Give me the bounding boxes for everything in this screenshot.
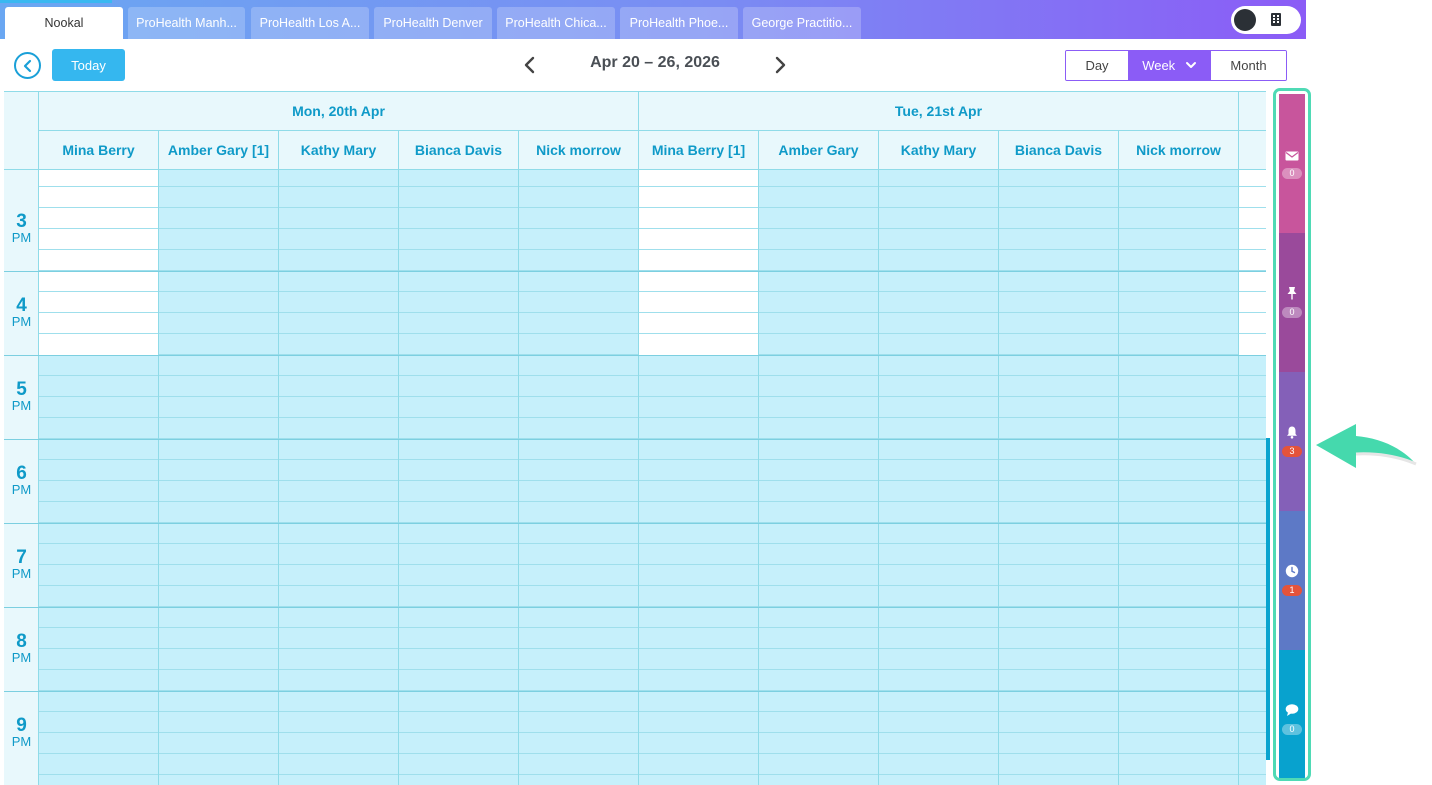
chat-count-badge: 0 — [1282, 724, 1302, 735]
next-week-button[interactable] — [770, 54, 790, 76]
practice-tab-bar: Nookal ProHealth Manh... ProHealth Los A… — [0, 0, 1306, 39]
messages-button[interactable]: 0 — [1279, 94, 1305, 233]
pinned-button[interactable]: 0 — [1279, 233, 1305, 372]
pin-icon — [1287, 287, 1297, 300]
view-day-button[interactable]: Day — [1066, 51, 1128, 80]
hour-divider — [4, 271, 1266, 272]
hour-label: 9 PM — [11, 715, 32, 749]
building-icon — [1271, 13, 1281, 26]
schedule-column[interactable] — [279, 170, 399, 785]
practitioner-header-partial[interactable] — [1239, 131, 1266, 170]
practitioner-header[interactable]: Mina Berry — [39, 131, 159, 170]
practitioner-header[interactable]: Kathy Mary — [279, 131, 399, 170]
practitioner-header[interactable]: Bianca Davis — [399, 131, 519, 170]
hour-divider — [4, 355, 1266, 356]
hour-label: 3 PM — [11, 211, 32, 245]
view-month-button[interactable]: Month — [1210, 51, 1286, 80]
schedule-column[interactable] — [879, 170, 999, 785]
week-calendar-grid: Mon, 20th Apr Tue, 21st Apr Mina Berry A… — [4, 91, 1266, 785]
hour-label: 4 PM — [11, 295, 32, 329]
tab-prohealth-phoenix[interactable]: ProHealth Phoe... — [620, 7, 738, 39]
notifications-button[interactable]: 3 — [1279, 372, 1305, 511]
chat-button[interactable]: 0 — [1279, 650, 1305, 778]
day-header-mon[interactable]: Mon, 20th Apr — [39, 92, 639, 131]
toggle-knob — [1234, 9, 1256, 31]
chevron-left-icon — [524, 56, 535, 74]
tab-nookal[interactable]: Nookal — [5, 7, 123, 39]
day-header-tue[interactable]: Tue, 21st Apr — [639, 92, 1239, 131]
side-panel: 0 0 3 1 0 — [1273, 88, 1311, 781]
schedule-column[interactable] — [1119, 170, 1239, 785]
practitioner-header[interactable]: Amber Gary [1] — [159, 131, 279, 170]
schedule-column[interactable] — [39, 170, 159, 785]
hour-label: 6 PM — [11, 463, 32, 497]
schedule-column[interactable] — [519, 170, 639, 785]
day-header-wed[interactable] — [1239, 92, 1266, 131]
side-panel-edge — [1266, 438, 1270, 760]
clock-icon — [1285, 564, 1299, 578]
notifications-count-badge: 3 — [1282, 446, 1302, 457]
today-button[interactable]: Today — [52, 49, 125, 81]
chevron-down-icon — [1185, 62, 1196, 68]
schedule-column[interactable] — [399, 170, 519, 785]
pinned-count-badge: 0 — [1282, 307, 1302, 318]
mail-icon — [1285, 151, 1299, 161]
chevron-left-icon — [23, 59, 32, 73]
back-button[interactable] — [14, 52, 41, 79]
available-slots[interactable] — [1239, 170, 1266, 355]
practitioner-header[interactable]: Mina Berry [1] — [639, 131, 759, 170]
tab-accent — [0, 0, 112, 3]
available-slots[interactable] — [39, 170, 158, 355]
schedule-column[interactable] — [759, 170, 879, 785]
practitioner-header[interactable]: Nick morrow — [519, 131, 639, 170]
tab-prohealth-chicago[interactable]: ProHealth Chica... — [497, 7, 615, 39]
hour-divider — [4, 523, 1266, 524]
schedule-column[interactable] — [999, 170, 1119, 785]
history-button[interactable]: 1 — [1279, 511, 1305, 650]
hour-label: 7 PM — [11, 547, 32, 581]
theme-location-toggle[interactable] — [1231, 6, 1301, 34]
schedule-column[interactable] — [639, 170, 759, 785]
practitioner-header[interactable]: Kathy Mary — [879, 131, 999, 170]
available-slots[interactable] — [639, 170, 758, 355]
practitioner-header[interactable]: Amber Gary — [759, 131, 879, 170]
tab-prohealth-denver[interactable]: ProHealth Denver — [374, 7, 492, 39]
view-week-label: Week — [1142, 58, 1176, 73]
tab-prohealth-manhattan[interactable]: ProHealth Manh... — [128, 7, 245, 39]
hour-label: 5 PM — [11, 379, 32, 413]
tab-prohealth-los-angeles[interactable]: ProHealth Los A... — [251, 7, 369, 39]
bell-icon — [1287, 426, 1297, 439]
schedule-column-partial[interactable] — [1239, 170, 1266, 785]
pointer-arrow-icon — [1316, 424, 1417, 468]
chevron-right-icon — [775, 56, 786, 74]
grid-corner — [4, 92, 39, 170]
hour-divider — [4, 607, 1266, 608]
practitioner-header[interactable]: Nick morrow — [1119, 131, 1239, 170]
time-gutter: 3 PM 4 PM 5 PM 6 PM 7 PM 8 PM 9 PM — [4, 170, 39, 785]
tab-george-practitioner[interactable]: George Practitio... — [743, 7, 861, 39]
view-switcher: Day Week Month — [1065, 50, 1287, 81]
hour-divider — [4, 691, 1266, 692]
hour-label: 8 PM — [11, 631, 32, 665]
messages-count-badge: 0 — [1282, 168, 1302, 179]
practitioner-header[interactable]: Bianca Davis — [999, 131, 1119, 170]
history-count-badge: 1 — [1282, 585, 1302, 596]
chat-icon — [1285, 704, 1299, 716]
previous-week-button[interactable] — [520, 54, 540, 76]
view-week-button[interactable]: Week — [1128, 51, 1210, 80]
hour-divider — [4, 439, 1266, 440]
date-range-title: Apr 20 – 26, 2026 — [590, 54, 720, 71]
schedule-column[interactable] — [159, 170, 279, 785]
